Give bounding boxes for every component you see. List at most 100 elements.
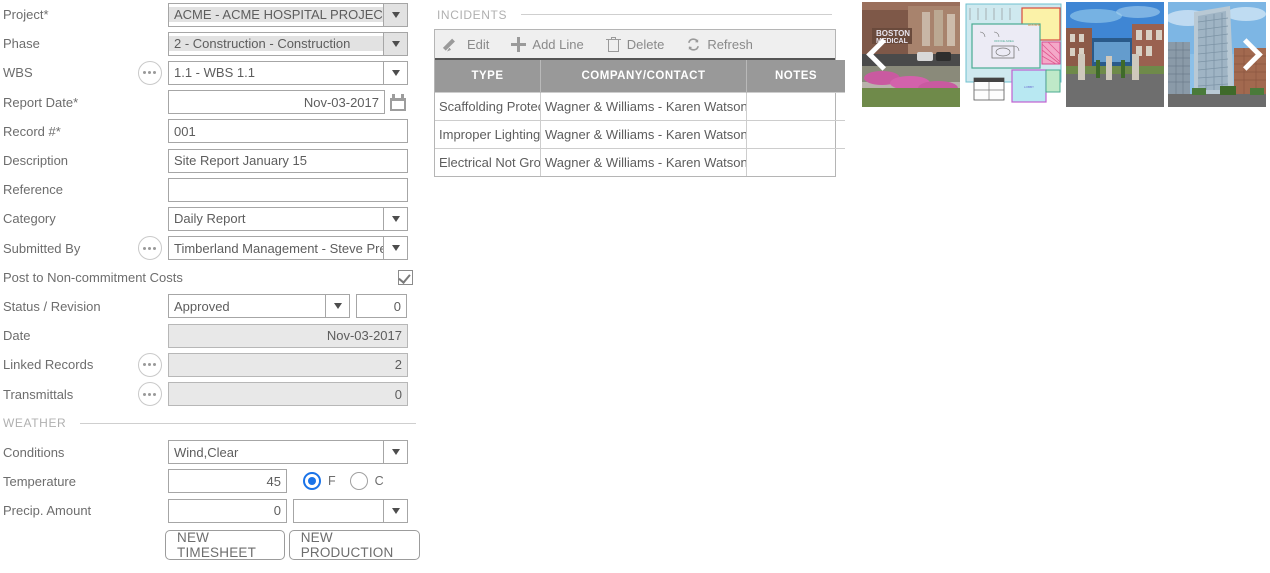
carousel-next-button[interactable] [1226,2,1266,107]
linked-records-value: 2 [394,357,402,373]
svg-text:ROOM B: ROOM B [1028,23,1040,27]
chevron-left-icon [865,38,899,71]
phase-select[interactable]: 2 - Construction - Construction [168,31,408,56]
thumbnail-campus-entrance-photo[interactable] [1066,2,1164,107]
field-row-date: Date Nov-03-2017 [0,321,420,350]
delete-button[interactable]: Delete [595,30,676,58]
cell-notes [746,148,845,176]
incidents-panel: INCIDENTS Edit Add Line Delete Refresh T… [434,0,845,177]
description-value: Site Report January 15 [174,153,307,169]
precip-unit-select[interactable] [293,498,408,523]
field-row-status-revision: Status / Revision Approved 0 [0,292,420,321]
divider [80,422,416,424]
chevron-down-icon[interactable] [383,499,407,522]
cell-company: Wagner & Williams - Karen Watson [540,120,747,149]
refresh-button[interactable]: Refresh [675,30,764,58]
chevron-down-icon[interactable] [383,61,407,84]
label-conditions: Conditions [3,444,65,460]
chevron-down-icon[interactable] [325,295,349,318]
unit-celsius-label: C [374,474,384,489]
record-number-input[interactable]: 001 [168,119,408,144]
new-timesheet-button[interactable]: NEW TIMESHEET [165,530,285,561]
chevron-down-icon[interactable] [383,3,407,26]
new-production-button[interactable]: NEW PRODUCTION [288,530,420,561]
report-date-input[interactable]: Nov-03-2017 [168,90,385,115]
divider [521,14,832,15]
cell-company: Wagner & Williams - Karen Watson [540,92,747,121]
transmittals-ellipsis-button[interactable] [137,382,162,407]
status-select[interactable]: Approved [168,294,350,319]
date-value: Nov-03-2017 [326,328,402,344]
chevron-down-icon[interactable] [383,441,407,464]
field-row-wbs: WBS 1.1 - WBS 1.1 [0,58,420,87]
field-row-temperature: Temperature 45 F C [0,467,420,496]
submitted-by-select[interactable]: Timberland Management - Steve Pre [168,236,408,261]
unit-celsius-radio[interactable] [349,472,368,491]
label-temperature: Temperature [3,473,76,489]
chevron-down-icon[interactable] [383,32,407,55]
plus-icon [511,36,527,52]
table-row[interactable]: Improper Lighting Wagner & Williams - Ka… [435,120,845,149]
carousel-prev-button[interactable] [862,2,902,107]
transmittals-value: 0 [394,386,402,402]
label-description: Description [3,153,69,169]
revision-input[interactable]: 0 [356,294,407,319]
post-noncommitment-checkbox[interactable] [398,269,413,285]
cell-company: Wagner & Williams - Karen Watson [540,148,747,176]
wbs-select[interactable]: 1.1 - WBS 1.1 [168,60,408,85]
column-header-notes[interactable]: NOTES [746,60,845,93]
date-readonly-field: Nov-03-2017 [168,323,408,348]
calendar-icon[interactable] [390,93,408,111]
weather-section-label: WEATHER [3,416,67,431]
submitted-by-ellipsis-button[interactable] [137,236,162,261]
label-report-date: Report Date* [3,94,79,110]
svg-text:LOBBY: LOBBY [1024,85,1034,89]
temperature-unit-group: F C [303,472,398,491]
delete-label: Delete [626,36,665,52]
edit-button[interactable]: Edit [435,30,500,58]
project-select[interactable]: ACME - ACME HOSPITAL PROJECT [168,2,408,27]
cell-type: Improper Lighting [435,120,541,149]
wbs-ellipsis-button[interactable] [137,60,162,85]
table-row[interactable]: Scaffolding Protection Not Provided Wagn… [435,92,845,121]
precip-amount-input[interactable]: 0 [168,498,287,523]
conditions-select[interactable]: Wind,Clear [168,440,408,465]
chevron-down-icon[interactable] [383,237,407,260]
cell-type: Electrical Not Grounded [435,148,541,176]
trash-icon [605,36,621,52]
label-status-revision: Status / Revision [3,298,101,314]
refresh-icon [686,37,701,52]
description-input[interactable]: Site Report January 15 [168,148,408,173]
thumbnail-high-rise-building-photo[interactable] [1168,2,1266,107]
field-row-record-number: Record #* 001 [0,117,420,146]
linked-records-readonly-field: 2 [168,352,408,377]
form-action-buttons: NEW TIMESHEET NEW PRODUCTION [0,525,420,565]
record-number-value: 001 [174,123,196,139]
chevron-down-icon[interactable] [383,207,407,230]
category-select[interactable]: Daily Report [168,206,408,231]
report-date-value: Nov-03-2017 [303,94,379,110]
label-project: Project* [3,7,49,23]
unit-fahrenheit-label: F [328,474,336,489]
label-category: Category [3,211,56,227]
column-header-company-contact[interactable]: COMPANY/CONTACT [540,60,747,93]
wbs-lookup-slot [131,60,168,85]
table-row[interactable]: Electrical Not Grounded Wagner & William… [435,148,845,176]
cell-notes [746,92,845,121]
category-value: Daily Report [174,211,246,227]
reference-input[interactable] [168,177,408,202]
daily-report-page: Project* ACME - ACME HOSPITAL PROJECT Ph… [0,0,1270,573]
column-header-type[interactable]: TYPE [435,60,541,93]
temperature-input[interactable]: 45 [168,469,287,494]
unit-fahrenheit-radio[interactable] [303,472,321,491]
field-row-precip-amount: Precip. Amount 0 [0,496,420,525]
thumbnail-boston-medical-center-sign-photo[interactable]: BOSTON MEDICAL [862,2,960,107]
field-row-category: Category Daily Report [0,204,420,233]
linked-records-ellipsis-button[interactable] [137,352,162,377]
incidents-section-header: INCIDENTS [434,0,836,29]
thumbnail-floor-plan-drawing[interactable]: OFFICE AREA ROOM B LOBBY [964,2,1062,107]
phase-value: 2 - Construction - Construction [169,36,383,52]
add-line-button[interactable]: Add Line [500,30,594,58]
label-date: Date [3,328,31,344]
field-row-submitted-by: Submitted By Timberland Management - Ste… [0,234,420,263]
